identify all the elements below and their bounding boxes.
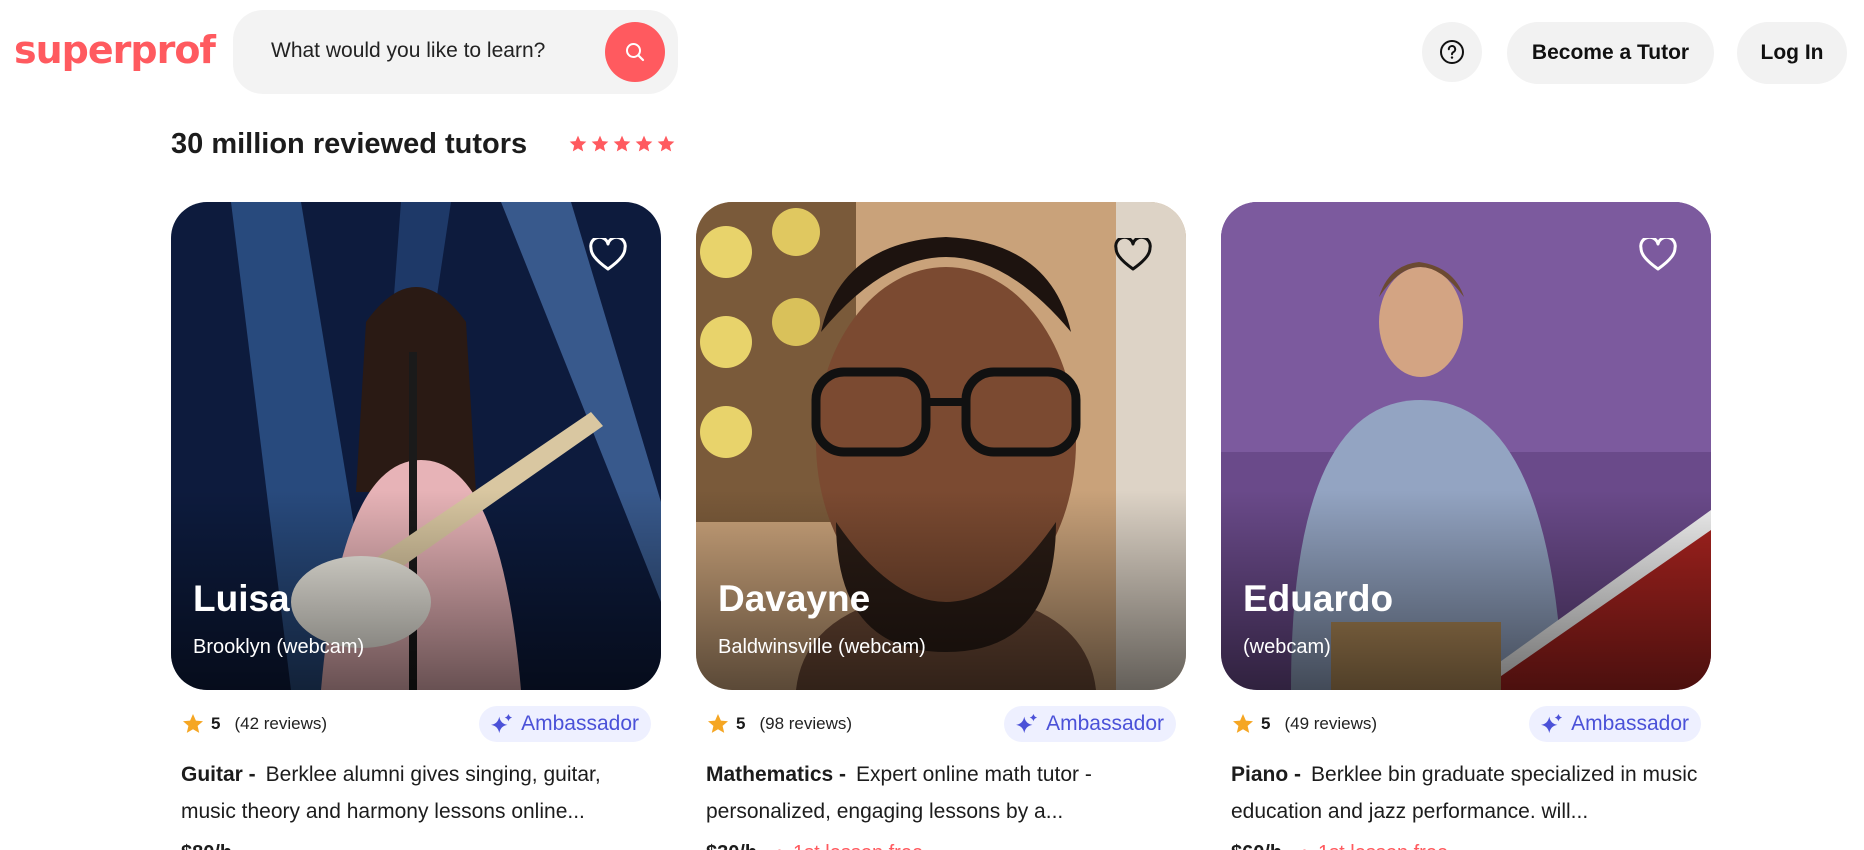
rating-value: 5	[211, 714, 221, 733]
tutor-photo[interactable]: Davayne Baldwinsville (webcam)	[696, 202, 1186, 690]
login-button[interactable]: Log In	[1737, 22, 1847, 84]
rating-value: 5	[736, 714, 746, 733]
tutor-location: Brooklyn (webcam)	[193, 636, 365, 658]
favorite-heart-icon[interactable]	[1114, 238, 1152, 272]
ambassador-label: Ambassador	[1571, 712, 1689, 735]
tutor-subject: Mathematics -	[706, 763, 847, 786]
sparkle-icon	[1016, 713, 1038, 734]
first-lesson-free: •1st lesson free	[1301, 842, 1448, 850]
first-lesson-free-label: 1st lesson free	[793, 842, 923, 850]
tutor-meta: 5 (49 reviews) Ambassador	[1231, 706, 1701, 742]
become-tutor-button[interactable]: Become a Tutor	[1507, 22, 1714, 84]
star-icon	[591, 135, 609, 152]
rating-value: 5	[1261, 714, 1271, 733]
review-count: (98 reviews)	[759, 714, 853, 733]
star-icon	[708, 714, 728, 733]
search-button[interactable]	[605, 22, 665, 82]
headline-stars	[568, 134, 676, 154]
first-lesson-free-label: 1st lesson free	[1318, 842, 1448, 850]
tutor-subject: Guitar -	[181, 763, 256, 786]
tutor-card-eduardo[interactable]: Eduardo (webcam) 5 (49 reviews) Ambassad…	[1221, 202, 1711, 850]
star-icon	[657, 135, 675, 152]
tutor-name: Davayne	[718, 578, 871, 619]
tutor-meta: 5 (42 reviews) Ambassador	[181, 706, 651, 742]
tutor-description: Piano - Berklee bin graduate specialized …	[1231, 756, 1711, 830]
tutor-rating: 5 (49 reviews)	[1231, 712, 1377, 736]
sparkle-icon	[491, 713, 513, 734]
review-count: (49 reviews)	[1284, 714, 1378, 733]
first-lesson-free: •1st lesson free	[776, 842, 923, 850]
star-icon	[1233, 714, 1253, 733]
tutor-name: Eduardo	[1243, 578, 1394, 619]
tutor-description: Guitar - Berklee alumni gives singing, gu…	[181, 756, 661, 830]
favorite-heart-icon[interactable]	[1639, 238, 1677, 272]
tutor-price: $60/h	[1231, 842, 1282, 850]
tutor-card-davayne[interactable]: Davayne Baldwinsville (webcam) 5 (98 rev…	[696, 202, 1186, 850]
tutor-subject: Piano -	[1231, 763, 1302, 786]
search-bar[interactable]: What would you like to learn?	[233, 10, 678, 94]
star-icon	[635, 135, 653, 152]
tutor-location: Baldwinsville (webcam)	[718, 636, 926, 658]
tutor-price: $80/h	[181, 842, 232, 850]
tutor-location: (webcam)	[1243, 636, 1331, 658]
ambassador-label: Ambassador	[1046, 712, 1164, 735]
sparkle-icon	[1541, 713, 1563, 734]
superprof-logo[interactable]: superprof	[14, 28, 216, 72]
tutor-rating: 5 (42 reviews)	[181, 712, 327, 736]
star-icon	[183, 714, 203, 733]
tutor-card-luisa[interactable]: Luisa Brooklyn (webcam) 5 (42 reviews) A…	[171, 202, 661, 850]
tutor-description: Mathematics - Expert online math tutor - …	[706, 756, 1186, 830]
tutor-name: Luisa	[193, 578, 290, 619]
ambassador-badge: Ambassador	[479, 706, 651, 742]
tutor-meta: 5 (98 reviews) Ambassador	[706, 706, 1176, 742]
favorite-heart-icon[interactable]	[589, 238, 627, 272]
review-count: (42 reviews)	[234, 714, 328, 733]
star-icon	[613, 135, 631, 152]
ambassador-badge: Ambassador	[1529, 706, 1701, 742]
help-button[interactable]	[1422, 22, 1482, 82]
ambassador-label: Ambassador	[521, 712, 639, 735]
page-headline: 30 million reviewed tutors	[171, 128, 528, 160]
tutor-price: $30/h	[706, 842, 757, 850]
help-icon	[1440, 40, 1464, 64]
search-icon	[626, 43, 645, 62]
search-input[interactable]: What would you like to learn?	[271, 39, 545, 63]
ambassador-badge: Ambassador	[1004, 706, 1176, 742]
tutor-photo[interactable]: Eduardo (webcam)	[1221, 202, 1711, 690]
star-icon	[569, 135, 587, 152]
tutor-rating: 5 (98 reviews)	[706, 712, 852, 736]
tutor-photo[interactable]: Luisa Brooklyn (webcam)	[171, 202, 661, 690]
